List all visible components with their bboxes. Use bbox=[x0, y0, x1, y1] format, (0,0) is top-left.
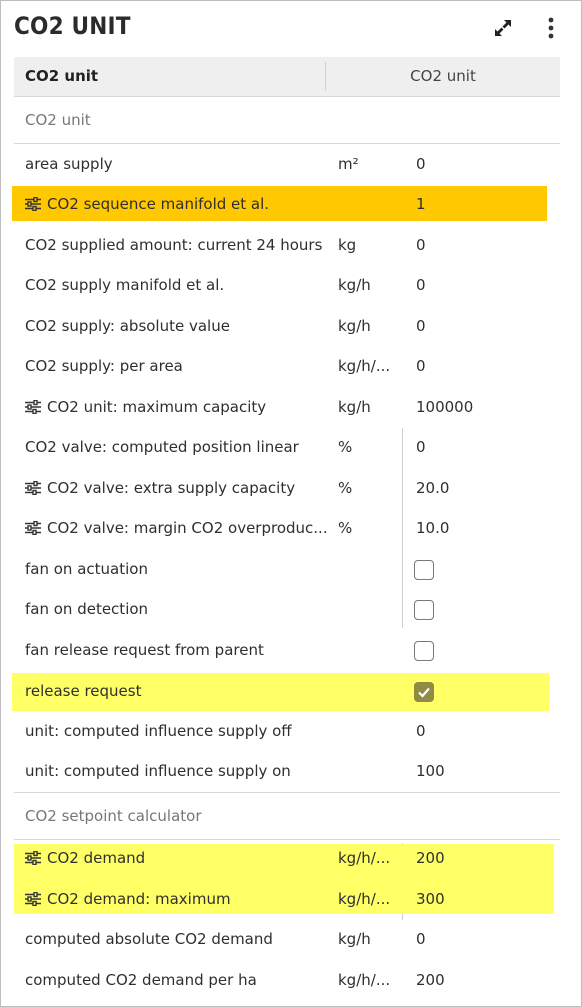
table-row[interactable]: CO2 supply manifold et al. kg/h 0 bbox=[14, 265, 560, 305]
row-unit: kg/h/... bbox=[338, 357, 391, 375]
table-row[interactable]: computed absolute CO2 demand kg/h 0 bbox=[14, 919, 560, 959]
row-value[interactable]: 0 bbox=[416, 722, 426, 740]
row-label: CO2 unit: maximum capacity bbox=[47, 398, 267, 416]
row-unit: kg/h/... bbox=[338, 890, 391, 908]
sliders-icon bbox=[25, 892, 41, 906]
sliders-icon bbox=[25, 521, 41, 535]
row-label-wrap: CO2 demand: maximum bbox=[25, 890, 231, 908]
more-vert-icon[interactable] bbox=[537, 14, 565, 42]
section-co2-unit: CO2 unit bbox=[14, 97, 560, 144]
row-label-wrap: CO2 valve: margin CO2 overproduc... bbox=[25, 519, 328, 537]
row-unit: % bbox=[338, 479, 353, 497]
row-value[interactable]: 100000 bbox=[416, 398, 473, 416]
row-unit: kg/h bbox=[338, 317, 371, 335]
row-label: CO2 supply: per area bbox=[25, 357, 183, 375]
row-label: area supply bbox=[25, 155, 113, 173]
table-header: CO2 unit CO2 unit bbox=[14, 57, 560, 97]
row-label: CO2 supply manifold et al. bbox=[25, 276, 225, 294]
row-value[interactable]: 100 bbox=[416, 762, 445, 780]
table-row[interactable]: CO2 unit: maximum capacity kg/h 100000 bbox=[14, 387, 560, 427]
expand-icon[interactable] bbox=[489, 14, 517, 42]
table-row[interactable]: fan release request from parent bbox=[14, 630, 560, 670]
row-unit: kg/h bbox=[338, 930, 371, 948]
row-label: CO2 supplied amount: current 24 hours bbox=[25, 236, 323, 254]
row-unit: kg bbox=[338, 236, 357, 254]
table-row[interactable]: area supply m² 0 bbox=[14, 144, 560, 184]
sliders-icon bbox=[25, 400, 41, 414]
fan-release-request-checkbox[interactable] bbox=[414, 641, 434, 661]
widget-title: CO2 UNIT bbox=[14, 12, 131, 40]
row-unit: kg/h/... bbox=[338, 849, 391, 867]
sliders-icon bbox=[25, 481, 41, 495]
row-unit: kg/h bbox=[338, 398, 371, 416]
row-label: CO2 sequence manifold et al. bbox=[47, 195, 270, 213]
row-label-wrap: CO2 unit: maximum capacity bbox=[25, 398, 266, 416]
header-col-value: CO2 unit bbox=[410, 67, 476, 85]
row-label: CO2 demand: maximum bbox=[47, 890, 231, 908]
section-title: CO2 unit bbox=[25, 111, 91, 129]
row-label: fan on detection bbox=[25, 600, 149, 618]
row-value[interactable]: 0 bbox=[416, 930, 426, 948]
row-label: computed absolute CO2 demand bbox=[25, 930, 273, 948]
row-value[interactable]: 200 bbox=[416, 849, 445, 867]
row-value[interactable]: 0 bbox=[416, 276, 426, 294]
row-value[interactable]: 20.0 bbox=[416, 479, 449, 497]
row-unit: % bbox=[338, 438, 353, 456]
row-value[interactable]: 10.0 bbox=[416, 519, 449, 537]
row-label: CO2 valve: extra supply capacity bbox=[47, 479, 296, 497]
table-row[interactable]: CO2 valve: extra supply capacity % 20.0 bbox=[14, 468, 560, 508]
row-label: CO2 valve: computed position linear bbox=[25, 438, 299, 456]
row-label: release request bbox=[25, 682, 142, 700]
release-request-checkbox[interactable] bbox=[414, 682, 434, 702]
row-label: unit: computed influence supply off bbox=[25, 722, 292, 740]
table-row[interactable]: unit: computed influence supply on 100 bbox=[14, 751, 560, 791]
fan-on-actuation-checkbox[interactable] bbox=[414, 560, 434, 580]
table-row[interactable]: computed CO2 demand per ha kg/h/... 200 bbox=[14, 960, 560, 1000]
row-value[interactable]: 200 bbox=[416, 971, 445, 989]
table-row[interactable]: CO2 demand: maximum kg/h/... 300 bbox=[14, 879, 560, 919]
section-title: CO2 setpoint calculator bbox=[25, 807, 202, 825]
row-unit: kg/h/... bbox=[338, 971, 391, 989]
table-row[interactable]: release request bbox=[12, 673, 549, 711]
section-setpoint-calculator: CO2 setpoint calculator bbox=[14, 792, 560, 840]
row-value[interactable]: 0 bbox=[416, 357, 426, 375]
row-label: unit: computed influence supply on bbox=[25, 762, 291, 780]
table-row[interactable]: CO2 supplied amount: current 24 hours kg… bbox=[14, 225, 560, 265]
header-col-name: CO2 unit bbox=[25, 67, 99, 85]
checkmark-icon bbox=[418, 687, 430, 698]
table-row[interactable]: CO2 valve: computed position linear % 0 bbox=[14, 427, 560, 467]
row-label-wrap: CO2 valve: extra supply capacity bbox=[25, 479, 295, 497]
table-row[interactable]: fan on actuation bbox=[14, 549, 560, 589]
row-unit: m² bbox=[338, 155, 359, 173]
row-value[interactable]: 300 bbox=[416, 890, 445, 908]
table-row[interactable]: CO2 supply: per area kg/h/... 0 bbox=[14, 346, 560, 386]
row-value[interactable]: 0 bbox=[416, 236, 426, 254]
table-row[interactable]: CO2 sequence manifold et al. 1 bbox=[12, 186, 547, 221]
row-label: fan release request from parent bbox=[25, 641, 264, 659]
row-label: CO2 demand bbox=[47, 849, 146, 867]
row-value[interactable]: 0 bbox=[416, 438, 426, 456]
sliders-icon bbox=[25, 197, 41, 211]
table-row[interactable]: CO2 supply: absolute value kg/h 0 bbox=[14, 306, 560, 346]
fan-on-detection-checkbox[interactable] bbox=[414, 600, 434, 620]
table-row[interactable]: CO2 valve: margin CO2 overproduc... % 10… bbox=[14, 508, 560, 548]
row-value[interactable]: 0 bbox=[416, 155, 426, 173]
row-label: computed CO2 demand per ha bbox=[25, 971, 257, 989]
row-label-wrap: CO2 sequence manifold et al. bbox=[25, 195, 269, 213]
row-value[interactable]: 1 bbox=[416, 195, 426, 213]
table-row[interactable]: unit: computed influence supply off 0 bbox=[14, 711, 560, 751]
table-row[interactable]: fan on detection bbox=[14, 589, 560, 629]
row-value[interactable]: 0 bbox=[416, 317, 426, 335]
row-label: fan on actuation bbox=[25, 560, 148, 578]
row-label: CO2 supply: absolute value bbox=[25, 317, 230, 335]
row-unit: % bbox=[338, 519, 353, 537]
table-row[interactable]: CO2 demand kg/h/... 200 bbox=[14, 838, 560, 878]
row-label: CO2 valve: margin CO2 overproduc... bbox=[47, 519, 328, 537]
row-unit: kg/h bbox=[338, 276, 371, 294]
sliders-icon bbox=[25, 851, 41, 865]
row-label-wrap: CO2 demand bbox=[25, 849, 145, 867]
